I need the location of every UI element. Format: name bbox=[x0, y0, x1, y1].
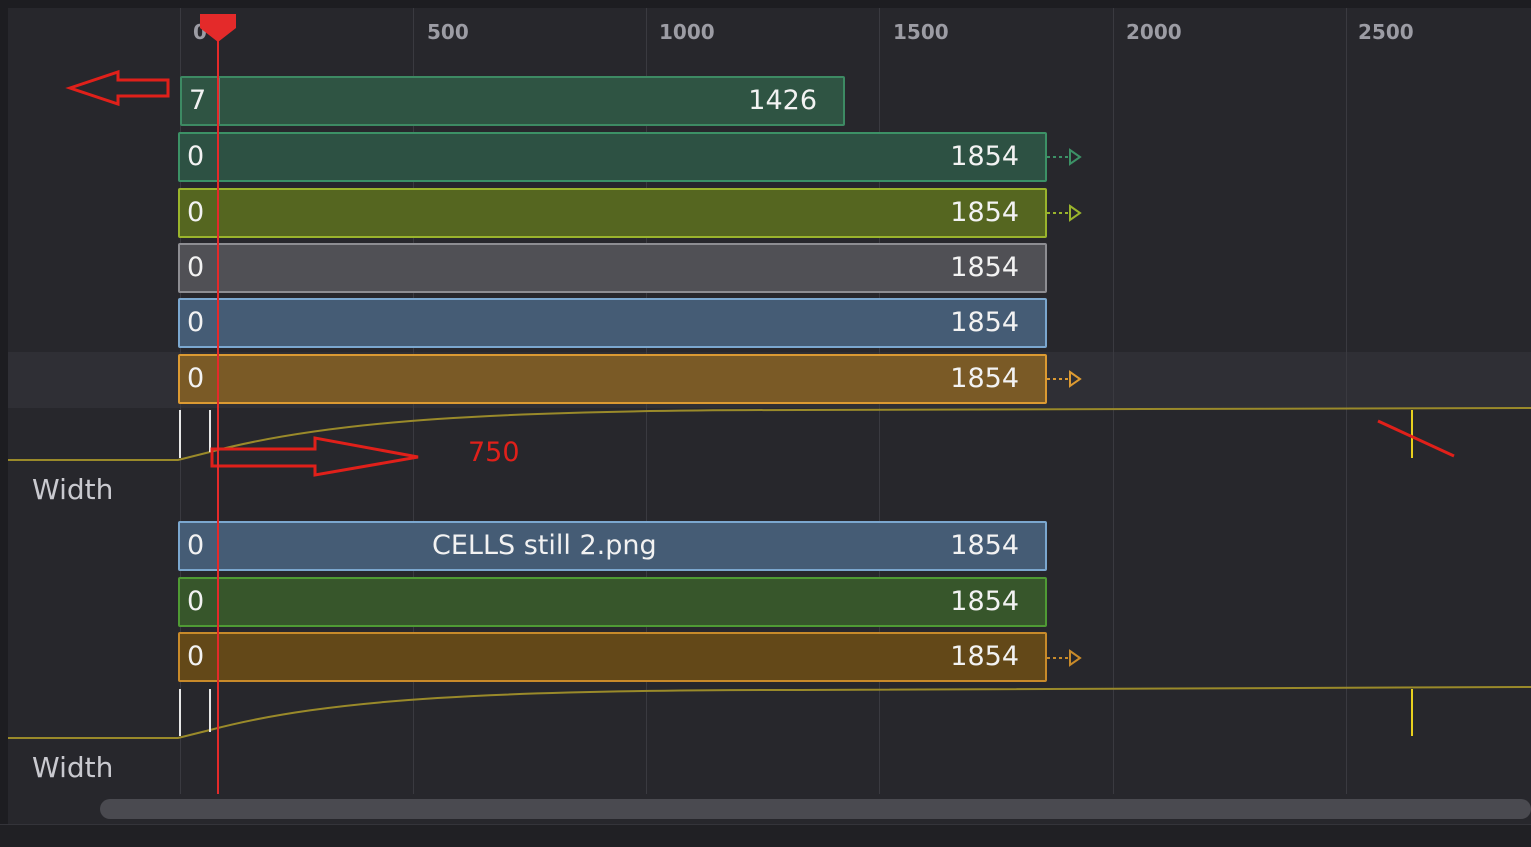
bottom-strip bbox=[0, 824, 1531, 847]
extend-arrow-icon bbox=[1047, 204, 1082, 222]
extend-arrow-icon bbox=[1047, 370, 1082, 388]
horizontal-scrollbar[interactable] bbox=[100, 799, 1531, 819]
annotation-left-arrow-icon bbox=[65, 69, 170, 107]
spline-editor-timeline[interactable]: 0 500 1000 1500 2000 2500 7 1426 0 1854 … bbox=[0, 0, 1531, 847]
width-spline-curve[interactable] bbox=[8, 686, 1531, 739]
annotation-slash-mark bbox=[1377, 419, 1455, 458]
extend-arrow-icon bbox=[1047, 649, 1082, 667]
width-spline-curve[interactable] bbox=[8, 407, 1531, 461]
annotation-value-text: 750 bbox=[468, 437, 520, 468]
playhead[interactable] bbox=[200, 14, 236, 794]
extend-arrow-icon bbox=[1047, 148, 1082, 166]
